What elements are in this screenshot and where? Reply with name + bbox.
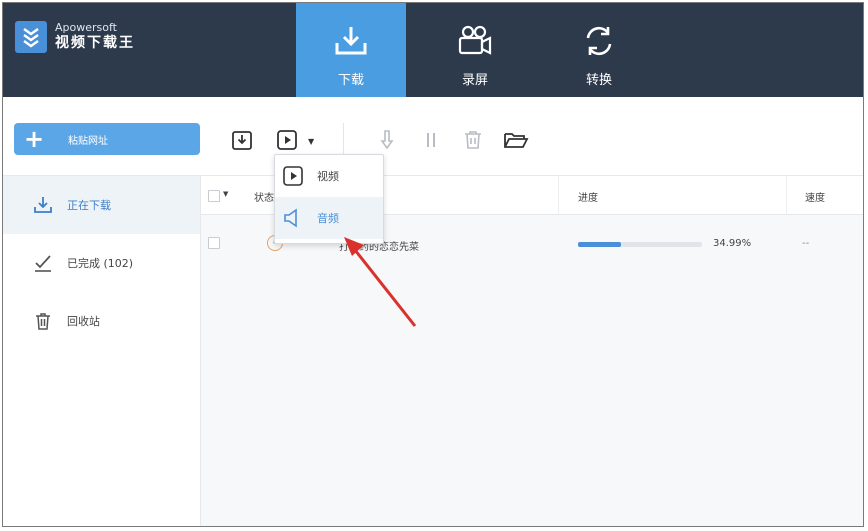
row-checkbox[interactable] (208, 237, 220, 249)
paste-url-label: 粘贴网址 (68, 135, 108, 147)
dropdown-item-audio[interactable]: 音频 (275, 197, 383, 239)
video-type-button[interactable] (274, 127, 300, 153)
column-divider (786, 176, 787, 214)
speaker-icon (281, 206, 305, 230)
pause-icon (427, 133, 435, 147)
column-header-status: 状态 (254, 193, 274, 204)
media-type-dropdown: 视频 音频 (274, 154, 384, 244)
sidebar: 正在下载 已完成 (102) 回收站 (3, 176, 201, 526)
tab-convert-label: 转换 (585, 73, 612, 88)
import-button[interactable] (229, 127, 255, 153)
toolbar-divider (343, 123, 344, 155)
column-divider (558, 176, 559, 214)
download-tray-icon (331, 21, 371, 61)
select-all-checkbox[interactable] (208, 190, 220, 202)
sidebar-item-recycle-bin[interactable]: 回收站 (3, 292, 200, 350)
tab-record[interactable]: 录屏 (420, 3, 530, 97)
dropdown-item-video[interactable]: 视频 (275, 155, 383, 197)
progress-bar (578, 242, 702, 247)
download-icon (33, 195, 53, 215)
sidebar-item-label: 已完成 (102) (67, 257, 134, 270)
brand-name-cn: 视频下载王 (55, 35, 135, 51)
check-pen-icon (33, 253, 53, 273)
chevron-down-icon[interactable]: ▼ (223, 190, 228, 198)
tab-convert[interactable]: 转换 (544, 3, 654, 97)
video-play-icon (281, 164, 305, 188)
pause-button[interactable] (418, 127, 444, 153)
app-window: Apowersoft 视频下载王 下载 录屏 转换 + 粘贴网址 ▼ 正在下载 … (2, 2, 864, 527)
trash-icon (33, 311, 53, 331)
column-header-speed: 速度 (805, 193, 825, 204)
app-logo-icon (15, 21, 47, 53)
delete-button[interactable] (460, 127, 486, 153)
sidebar-item-downloading[interactable]: 正在下载 (3, 176, 200, 234)
video-play-icon (277, 130, 297, 150)
plus-icon: + (23, 125, 45, 153)
delete-icon (465, 131, 481, 149)
open-folder-icon (504, 133, 529, 148)
import-icon (232, 131, 252, 150)
brand-name-en: Apowersoft (55, 21, 117, 34)
start-download-button[interactable] (374, 127, 400, 153)
toolbar: + 粘贴网址 ▼ (3, 97, 863, 176)
video-camera-icon (455, 21, 495, 61)
open-folder-button[interactable] (503, 127, 529, 153)
refresh-cycle-icon (579, 21, 619, 61)
progress-bar-fill (578, 242, 622, 247)
chevron-down-icon[interactable]: ▼ (308, 137, 314, 146)
tab-download-label: 下载 (337, 73, 364, 88)
sidebar-item-label: 正在下载 (67, 199, 111, 212)
progress-percent: 34.99% (713, 238, 752, 249)
paste-url-button[interactable]: + 粘贴网址 (14, 123, 200, 155)
brand: Apowersoft 视频下载王 (15, 21, 135, 53)
download-speed: -- (802, 238, 810, 249)
tab-download[interactable]: 下载 (296, 3, 406, 97)
app-header: Apowersoft 视频下载王 下载 录屏 转换 (3, 3, 863, 97)
dropdown-item-label: 视频 (317, 170, 339, 183)
column-header-progress: 进度 (578, 193, 598, 204)
sidebar-item-completed[interactable]: 已完成 (102) (3, 234, 200, 292)
tab-record-label: 录屏 (461, 73, 488, 88)
start-download-icon (380, 130, 394, 150)
sidebar-item-label: 回收站 (67, 315, 100, 328)
dropdown-item-label: 音频 (317, 212, 339, 225)
